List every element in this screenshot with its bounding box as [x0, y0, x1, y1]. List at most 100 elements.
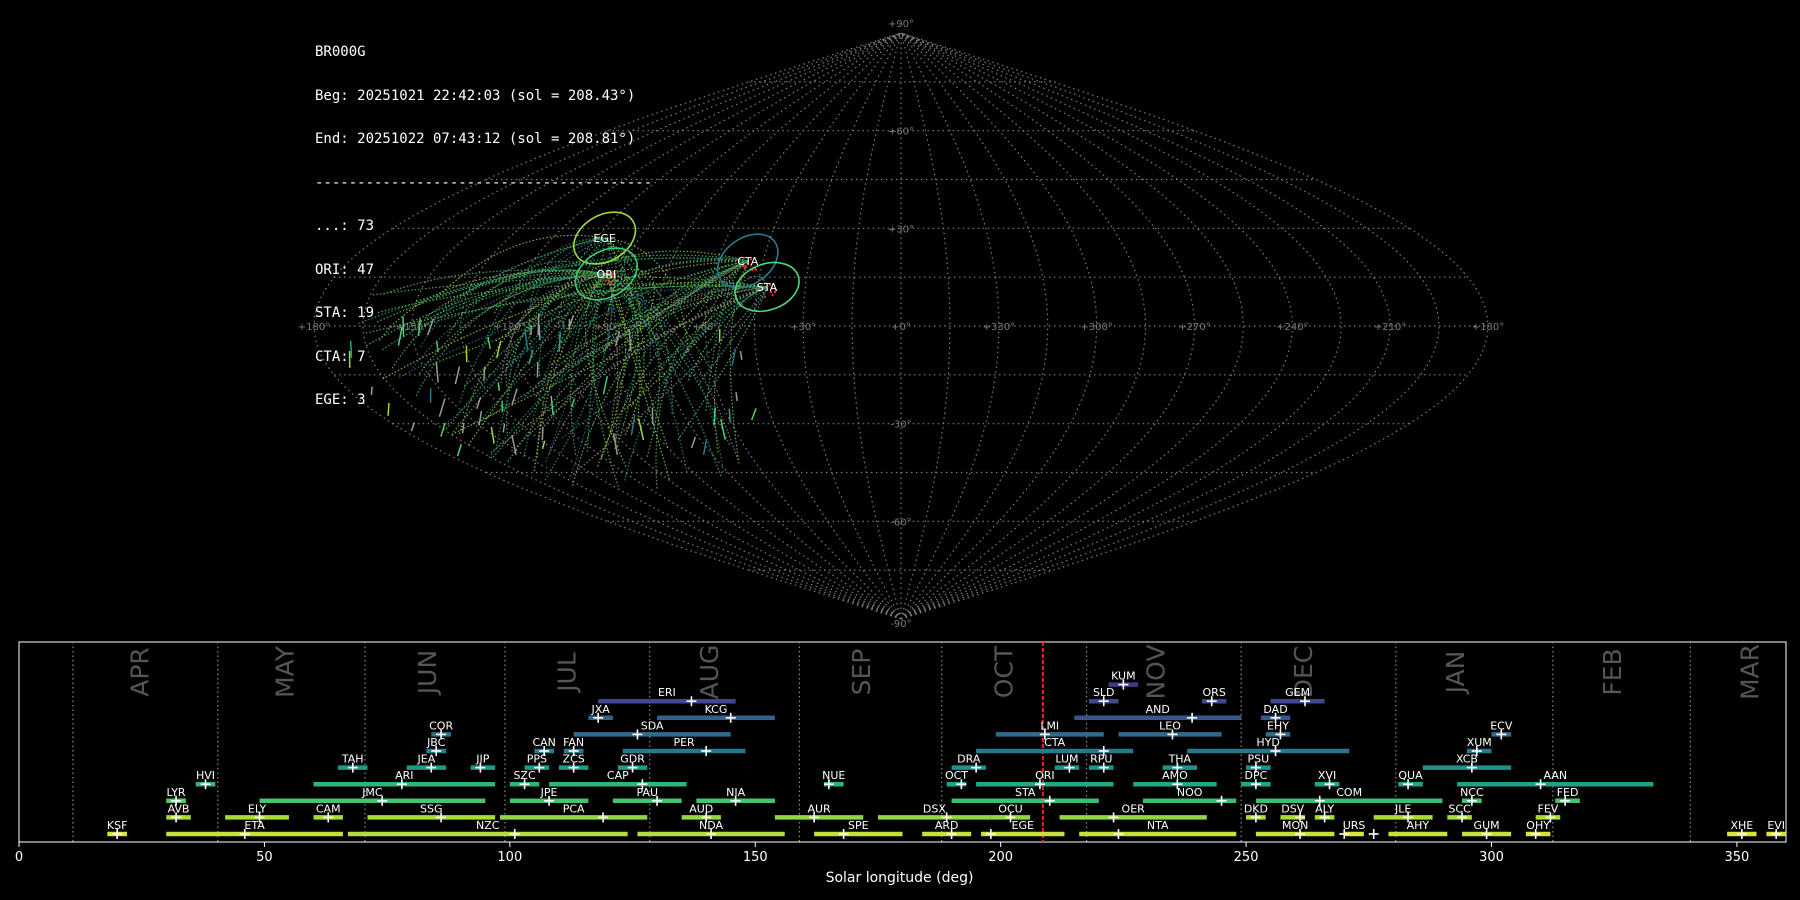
shower-label: ZCS	[563, 753, 585, 766]
meteor-trail	[535, 286, 768, 397]
lon-tick-label: +0°	[891, 322, 911, 333]
shower-nia: NIA	[696, 786, 775, 806]
meteor-segment	[454, 366, 461, 385]
shower-ege: EGE	[981, 819, 1065, 839]
shower-ocu: OCU	[990, 802, 1031, 823]
shower-aly: ALY	[1314, 802, 1335, 823]
shower-sld: SLD	[1089, 686, 1119, 707]
radiant-point	[754, 268, 757, 271]
shower-label: EVI	[1767, 819, 1785, 832]
shower-label: AAN	[1544, 769, 1568, 782]
shower-label: QUA	[1398, 769, 1423, 782]
shower-pps: PPS	[524, 753, 550, 773]
shower-label: JIP	[475, 753, 489, 766]
shower-lyr: LYR	[166, 786, 186, 806]
radiant-label: EGE	[593, 232, 615, 245]
shower-label: DPC	[1245, 769, 1268, 782]
radiant-point	[771, 294, 774, 297]
shower-label: DRA	[957, 753, 981, 766]
shower-label: LEO	[1159, 719, 1181, 732]
shower-noo: NOO	[1143, 786, 1237, 806]
shower-ecv: ECV	[1490, 719, 1513, 740]
meteor-segment	[558, 333, 562, 353]
shower-jpe: JPE	[509, 786, 589, 806]
shower-label: PAU	[637, 786, 659, 799]
shower-aud: AUD	[681, 802, 721, 823]
shower-label: NUE	[822, 769, 845, 782]
shower-szc: SZC	[509, 769, 540, 790]
shower-xvi: XVI	[1314, 769, 1340, 790]
shower-fed: FED	[1555, 786, 1580, 806]
shower-urs: URS	[1339, 819, 1365, 839]
shower-label: GUM	[1474, 819, 1500, 832]
shower-label: URS	[1343, 819, 1366, 832]
shower-label: AUD	[689, 802, 713, 815]
shower-label: LYR	[167, 786, 186, 799]
lat-tick-label: +30°	[888, 224, 914, 235]
shower-label: ORI	[1035, 769, 1055, 782]
shower-can: CAN	[532, 736, 556, 756]
shower-label: FEV	[1538, 802, 1559, 815]
meteor-trail	[605, 273, 722, 477]
meteor-segment	[550, 395, 554, 414]
shower-cta: CTA	[976, 736, 1134, 756]
shower-amo: AMO	[1133, 769, 1217, 790]
shower-label: DSV	[1281, 802, 1304, 815]
shower-hyd: HYD	[1187, 736, 1350, 756]
shower-hvi: HVI	[195, 769, 216, 790]
radiant-point	[763, 295, 766, 298]
meridian-line	[802, 32, 902, 620]
x-tick-label: 0	[15, 850, 23, 865]
shower-label: MON	[1282, 819, 1308, 832]
meteor-segment	[478, 410, 483, 426]
shower-label: FED	[1557, 786, 1579, 799]
lon-tick-label: +210°	[1374, 322, 1406, 333]
shower-label: ORS	[1203, 686, 1226, 699]
shower-label: DSX	[923, 802, 946, 815]
shower-xhe: XHE	[1727, 819, 1757, 839]
shower-label: LMI	[1040, 719, 1059, 732]
shower-fan: FAN	[563, 736, 584, 756]
meteor-segment	[387, 402, 390, 416]
shower-ori: ORI	[976, 769, 1114, 790]
shower-label: COM	[1336, 786, 1362, 799]
shower-tah: TAH	[338, 753, 368, 773]
shower-dpc: DPC	[1241, 769, 1271, 790]
shower-label: CAN	[532, 736, 555, 749]
shower-label: EGE	[1012, 819, 1034, 832]
shower-label: XHE	[1730, 819, 1753, 832]
meteor-segment	[461, 422, 465, 434]
shower-xcb: XCB	[1422, 753, 1512, 773]
month-label: SEP	[847, 649, 876, 696]
meteor-segment	[537, 313, 540, 336]
shower-ely: ELY	[225, 802, 289, 823]
month-label: MAR	[1736, 644, 1765, 700]
shower-ssg: SSG	[367, 802, 496, 823]
shower-kcg: KCG	[657, 703, 775, 723]
radiant-point	[610, 282, 613, 285]
shower-label: KUM	[1111, 670, 1135, 683]
shower-zcs: ZCS	[558, 753, 589, 773]
shower-label: JLE	[1394, 802, 1411, 815]
radiant-label: ORI	[597, 268, 617, 281]
shower-ard: ARD	[922, 819, 972, 839]
shower-label: PCA	[563, 802, 585, 815]
shower-label: DKD	[1244, 802, 1268, 815]
shower-eta: ETA	[166, 819, 343, 839]
shower-label: FAN	[563, 736, 584, 749]
shower-label: THA	[1168, 753, 1192, 766]
shower-label: EHY	[1267, 719, 1289, 732]
shower-cam: CAM	[313, 802, 343, 823]
shower-label: SLD	[1093, 686, 1115, 699]
shower-label: OER	[1122, 802, 1146, 815]
meteor-segment	[370, 386, 373, 396]
shower-jea: JEA	[406, 753, 447, 773]
lon-tick-label: +180°	[1472, 322, 1504, 333]
shower-label: HVI	[196, 769, 215, 782]
shower-label: NCC	[1460, 786, 1484, 799]
meteor-segment	[456, 443, 462, 457]
shower-label: NTA	[1147, 819, 1169, 832]
shower-lum: LUM	[1054, 753, 1080, 773]
shower-nta: NTA	[1079, 819, 1237, 839]
shower-label: ELY	[248, 802, 267, 815]
